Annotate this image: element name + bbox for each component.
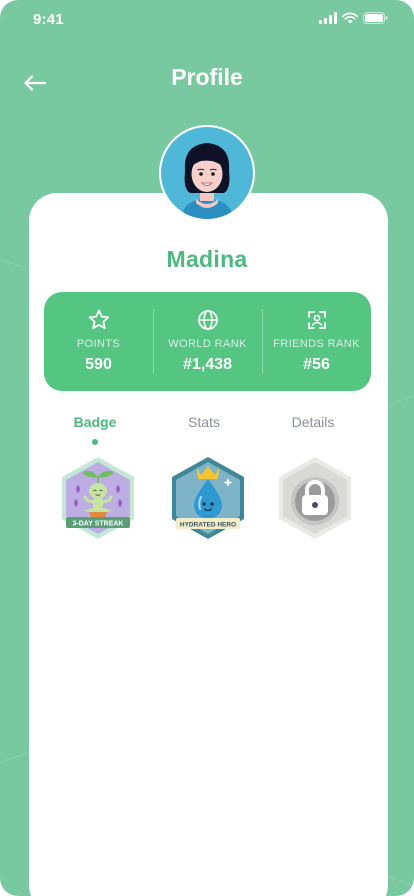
tab-badge[interactable]: Badge bbox=[45, 414, 145, 430]
badge-label: HYDRATED HERO bbox=[180, 522, 236, 529]
stat-label: FRIENDS RANK bbox=[273, 338, 360, 350]
stat-value: #1,438 bbox=[183, 356, 232, 373]
stat-value: #56 bbox=[303, 356, 330, 373]
stat-value: 590 bbox=[85, 356, 112, 373]
stats-bar: POINTS 590 WORLD RANK #1,438 FRIENDS RAN… bbox=[44, 292, 371, 391]
battery-icon bbox=[363, 12, 388, 24]
avatar-illustration bbox=[181, 143, 233, 219]
stat-points: POINTS 590 bbox=[44, 292, 153, 391]
top-bar: Profile bbox=[0, 60, 414, 100]
status-time: 9:41 bbox=[33, 11, 64, 28]
star-icon bbox=[88, 309, 109, 330]
stat-friends-rank: FRIENDS RANK #56 bbox=[262, 292, 371, 391]
globe-icon bbox=[197, 310, 218, 330]
badge-hydrated-hero[interactable]: HYDRATED HERO bbox=[168, 455, 248, 541]
stat-label: POINTS bbox=[76, 338, 121, 350]
page-title: Profile bbox=[171, 64, 243, 90]
badge-label: 3-DAY STREAK bbox=[73, 521, 124, 528]
user-name: Madina bbox=[166, 246, 248, 272]
badge-3-day-streak[interactable]: 3-DAY STREAK bbox=[58, 455, 138, 541]
tab-details[interactable]: Details bbox=[263, 414, 363, 430]
signal-icon bbox=[319, 12, 337, 24]
status-bar: 9:41 bbox=[0, 0, 414, 40]
stat-world-rank: WORLD RANK #1,438 bbox=[153, 292, 262, 391]
active-tab-indicator bbox=[92, 439, 98, 445]
stat-label: WORLD RANK bbox=[168, 338, 247, 350]
profile-screen: 9:41 Profile Madina POINTS 590 WORLD RAN… bbox=[0, 0, 414, 896]
wifi-icon bbox=[342, 12, 358, 24]
sprout-meditating-icon: 3-DAY STREAK bbox=[62, 457, 134, 539]
water-drop-crown-icon: HYDRATED HERO bbox=[172, 457, 244, 539]
lock-icon bbox=[279, 457, 351, 539]
avatar[interactable] bbox=[159, 125, 255, 221]
friends-icon bbox=[307, 311, 326, 329]
status-icons bbox=[319, 12, 388, 24]
tab-stats[interactable]: Stats bbox=[154, 414, 254, 430]
badge-locked[interactable] bbox=[275, 455, 355, 541]
tab-bar: Badge Stats Details bbox=[0, 414, 414, 454]
